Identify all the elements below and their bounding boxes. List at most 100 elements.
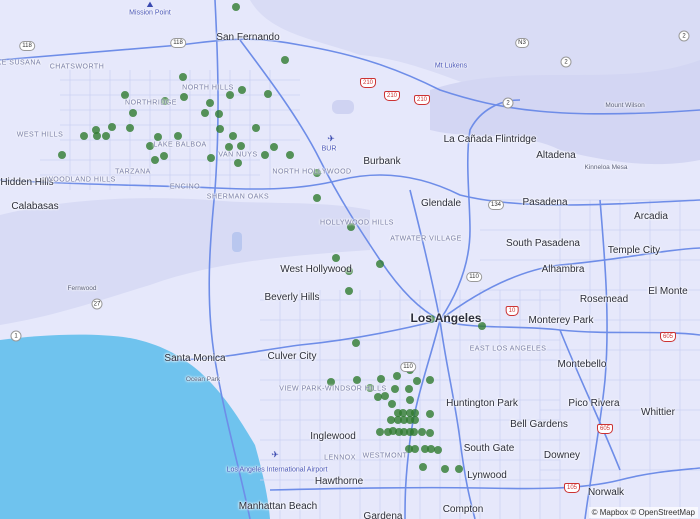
- data-point[interactable]: [286, 151, 294, 159]
- route-shield-sn3: N3: [515, 38, 529, 48]
- place-label-gardena: Gardena: [363, 511, 403, 519]
- place-label-atwater-village: ATWATER VILLAGE: [390, 235, 462, 243]
- data-point[interactable]: [234, 159, 242, 167]
- data-point[interactable]: [406, 396, 414, 404]
- data-point[interactable]: [426, 429, 434, 437]
- data-point[interactable]: [376, 260, 384, 268]
- data-point[interactable]: [427, 445, 435, 453]
- route-shield-s2c: 2: [678, 30, 690, 42]
- bur-airport-icon: ✈: [327, 133, 335, 144]
- data-point[interactable]: [352, 339, 360, 347]
- data-point[interactable]: [332, 254, 340, 262]
- data-point[interactable]: [391, 385, 399, 393]
- data-point[interactable]: [180, 93, 188, 101]
- mission-point-marker-icon: ⛰: [146, 0, 154, 9]
- data-point[interactable]: [108, 123, 116, 131]
- place-label-norwalk: Norwalk: [587, 487, 625, 498]
- route-shield-s118a: 118: [19, 41, 35, 51]
- data-point[interactable]: [174, 132, 182, 140]
- data-point[interactable]: [426, 410, 434, 418]
- data-point[interactable]: [441, 465, 449, 473]
- data-point[interactable]: [238, 86, 246, 94]
- data-point[interactable]: [229, 132, 237, 140]
- place-label-mount-wilson: Mount Wilson: [605, 101, 645, 109]
- data-point[interactable]: [237, 142, 245, 150]
- data-point[interactable]: [411, 416, 419, 424]
- place-label-altadena: Altadena: [536, 150, 576, 161]
- data-point[interactable]: [226, 91, 234, 99]
- data-point[interactable]: [215, 110, 223, 118]
- data-point[interactable]: [393, 372, 401, 380]
- route-shield-s118b: 118: [170, 38, 186, 48]
- data-point[interactable]: [179, 73, 187, 81]
- data-point[interactable]: [426, 376, 434, 384]
- place-label-huntington-park: Huntington Park: [446, 398, 518, 409]
- place-label-lake-susana: Lake Susana: [0, 59, 42, 67]
- data-point[interactable]: [281, 56, 289, 64]
- place-label-lake-balboa: LAKE BALBOA: [153, 141, 207, 149]
- place-label-pico-rivera: Pico Rivera: [568, 398, 620, 409]
- data-point[interactable]: [374, 393, 382, 401]
- data-point[interactable]: [261, 151, 269, 159]
- data-point[interactable]: [270, 143, 278, 151]
- data-point[interactable]: [418, 428, 426, 436]
- data-point[interactable]: [93, 132, 101, 140]
- data-point[interactable]: [216, 125, 224, 133]
- place-label-woodland-hills: WOODLAND HILLS: [46, 176, 116, 184]
- place-label-kinneloa-mesa: Kinneloa Mesa: [584, 163, 628, 171]
- route-shield-s105: 105: [563, 483, 581, 493]
- data-point[interactable]: [419, 463, 427, 471]
- place-label-lynwood: Lynwood: [467, 470, 507, 481]
- data-point[interactable]: [455, 465, 463, 473]
- data-point[interactable]: [376, 428, 384, 436]
- route-shield-s110a: 110: [466, 272, 482, 282]
- data-point[interactable]: [201, 109, 209, 117]
- place-label-east-los-angeles: EAST LOS ANGELES: [469, 345, 547, 353]
- route-shield-s134: 134: [487, 200, 505, 210]
- place-label-ocean-park: Ocean Park: [185, 375, 221, 383]
- data-point[interactable]: [313, 194, 321, 202]
- data-point[interactable]: [387, 416, 395, 424]
- place-label-lennox: LENNOX: [324, 454, 356, 462]
- place-label-encino: ENCINO: [169, 183, 201, 191]
- data-point[interactable]: [345, 287, 353, 295]
- data-point[interactable]: [207, 154, 215, 162]
- data-point[interactable]: [411, 409, 419, 417]
- data-point[interactable]: [410, 428, 418, 436]
- data-point[interactable]: [58, 151, 66, 159]
- data-point[interactable]: [80, 132, 88, 140]
- data-point[interactable]: [225, 143, 233, 151]
- data-point[interactable]: [388, 400, 396, 408]
- data-point[interactable]: [377, 375, 385, 383]
- place-label-glendale: Glendale: [420, 198, 462, 209]
- place-label-northridge: NORTHRIDGE: [125, 99, 177, 107]
- place-label-alhambra: Alhambra: [541, 264, 585, 275]
- place-label-inglewood: Inglewood: [310, 431, 356, 442]
- data-point[interactable]: [252, 124, 260, 132]
- map-viewport[interactable]: Mission Point San Fernando Mt Lukens Lake S…: [0, 0, 700, 519]
- data-point[interactable]: [129, 109, 137, 117]
- map-attribution[interactable]: © Mapbox © OpenStreetMap: [588, 507, 698, 518]
- data-point[interactable]: [413, 377, 421, 385]
- place-label-pasadena: Pasadena: [522, 197, 568, 208]
- place-label-bur: BUR: [321, 145, 337, 153]
- data-point[interactable]: [405, 385, 413, 393]
- data-point[interactable]: [154, 133, 162, 141]
- place-label-hollywood-hills: HOLLYWOOD HILLS: [320, 219, 394, 227]
- data-point[interactable]: [121, 91, 129, 99]
- data-point[interactable]: [264, 90, 272, 98]
- place-label-whittier: Whittier: [641, 407, 675, 418]
- route-shield-s605b: 605: [596, 424, 614, 434]
- data-point[interactable]: [126, 124, 134, 132]
- data-point[interactable]: [399, 409, 407, 417]
- data-point[interactable]: [232, 3, 240, 11]
- data-point[interactable]: [206, 99, 214, 107]
- data-point[interactable]: [151, 156, 159, 164]
- data-point[interactable]: [353, 376, 361, 384]
- data-point[interactable]: [102, 132, 110, 140]
- data-point[interactable]: [411, 445, 419, 453]
- data-point[interactable]: [434, 446, 442, 454]
- data-point[interactable]: [381, 392, 389, 400]
- data-point[interactable]: [160, 152, 168, 160]
- place-label-compton: Compton: [442, 504, 484, 515]
